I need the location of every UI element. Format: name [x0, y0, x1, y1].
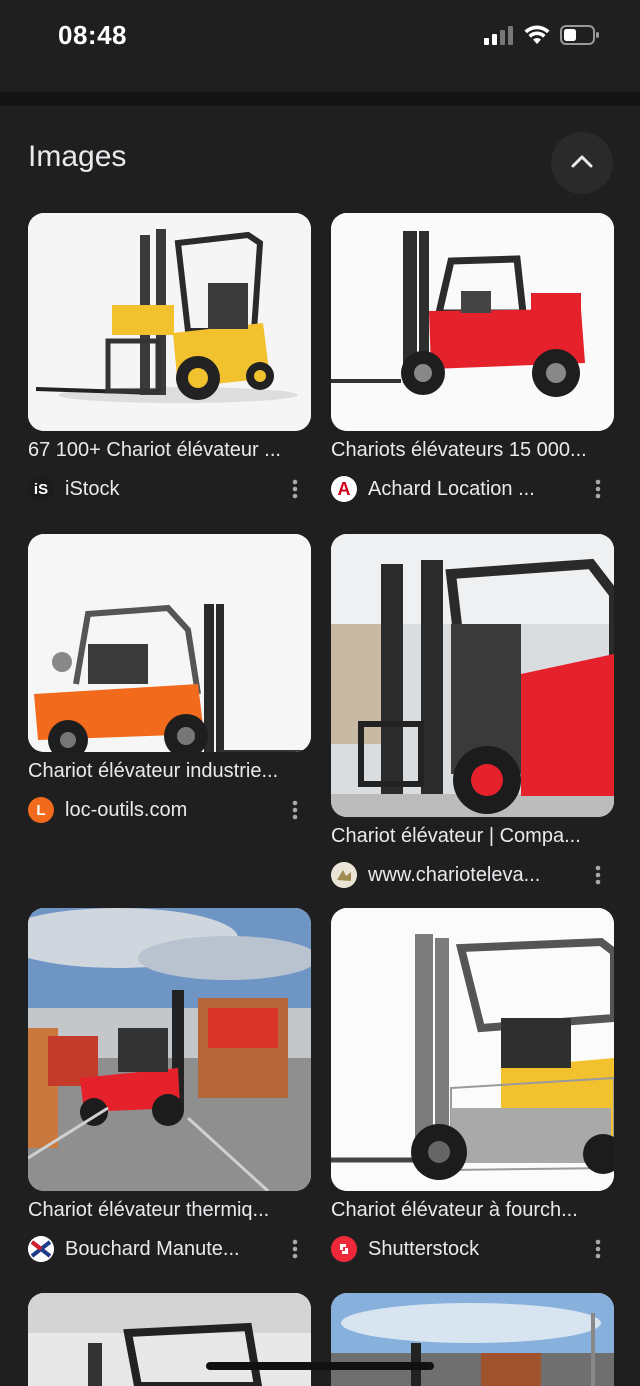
- result-title[interactable]: Chariot élévateur industrie...: [28, 760, 311, 790]
- result-title[interactable]: Chariot élévateur à fourch...: [331, 1199, 614, 1229]
- result-thumbnail[interactable]: [331, 213, 614, 431]
- source-name: loc-outils.com: [65, 798, 188, 821]
- home-indicator[interactable]: [206, 1362, 434, 1370]
- source-name: Bouchard Manute...: [65, 1237, 240, 1260]
- result-title[interactable]: Chariots élévateurs 15 000...: [331, 439, 614, 469]
- result-title[interactable]: Chariot élévateur | Compa...: [331, 825, 614, 855]
- result-thumbnail[interactable]: [331, 1293, 614, 1386]
- more-options-button[interactable]: [281, 475, 309, 503]
- more-options-button[interactable]: [281, 796, 309, 824]
- image-result-card[interactable]: Chariots élévateurs 15 000... A Achard L…: [331, 213, 614, 505]
- source-name: Achard Location ...: [368, 477, 535, 500]
- result-source[interactable]: Shutterstock: [331, 1233, 614, 1265]
- source-name: Shutterstock: [368, 1237, 480, 1260]
- result-thumbnail[interactable]: [331, 908, 614, 1191]
- image-result-card[interactable]: Chariot élévateur thermiq... Bouchard Ma…: [28, 908, 311, 1265]
- image-result-card[interactable]: [28, 1293, 311, 1386]
- result-thumbnail[interactable]: [28, 908, 311, 1191]
- result-thumbnail[interactable]: [28, 1293, 311, 1386]
- image-result-card[interactable]: Chariot élévateur | Compa... www.chariot…: [331, 534, 614, 891]
- more-vert-icon: [292, 1239, 298, 1259]
- more-vert-icon: [292, 800, 298, 820]
- chariotelevateur-favicon-icon: [331, 862, 357, 888]
- more-vert-icon: [595, 479, 601, 499]
- result-source[interactable]: A Achard Location ...: [331, 473, 614, 505]
- more-options-button[interactable]: [584, 475, 612, 503]
- result-thumbnail[interactable]: [28, 534, 311, 752]
- result-source[interactable]: iS iStock: [28, 473, 311, 505]
- source-name: iStock: [65, 477, 120, 500]
- image-result-card[interactable]: Chariot élévateur à fourch... Shuttersto…: [331, 908, 614, 1265]
- more-vert-icon: [595, 1239, 601, 1259]
- bouchard-favicon-icon: [28, 1236, 54, 1262]
- loc-outils-favicon-icon: L: [28, 797, 54, 823]
- image-result-card[interactable]: 67 100+ Chariot élévateur ... iS iStock: [28, 213, 311, 505]
- result-thumbnail[interactable]: [28, 213, 311, 431]
- result-source[interactable]: Bouchard Manute...: [28, 1233, 311, 1265]
- more-options-button[interactable]: [281, 1235, 309, 1263]
- result-source[interactable]: www.chariotelevа...: [331, 859, 614, 891]
- more-vert-icon: [595, 865, 601, 885]
- image-results-grid: 67 100+ Chariot élévateur ... iS iStock: [0, 0, 640, 1386]
- result-title[interactable]: 67 100+ Chariot élévateur ...: [28, 439, 311, 469]
- result-title[interactable]: Chariot élévateur thermiq...: [28, 1199, 311, 1229]
- image-result-card[interactable]: Chariot élévateur industrie... L loc-out…: [28, 534, 311, 826]
- more-vert-icon: [292, 479, 298, 499]
- more-options-button[interactable]: [584, 1235, 612, 1263]
- result-thumbnail[interactable]: [331, 534, 614, 817]
- image-result-card[interactable]: [331, 1293, 614, 1386]
- source-name: www.chariotelevа...: [368, 863, 541, 886]
- achard-favicon-icon: A: [331, 476, 357, 502]
- istock-favicon-icon: iS: [28, 476, 54, 502]
- more-options-button[interactable]: [584, 861, 612, 889]
- shutterstock-favicon-icon: [331, 1236, 357, 1262]
- result-source[interactable]: L loc-outils.com: [28, 794, 311, 826]
